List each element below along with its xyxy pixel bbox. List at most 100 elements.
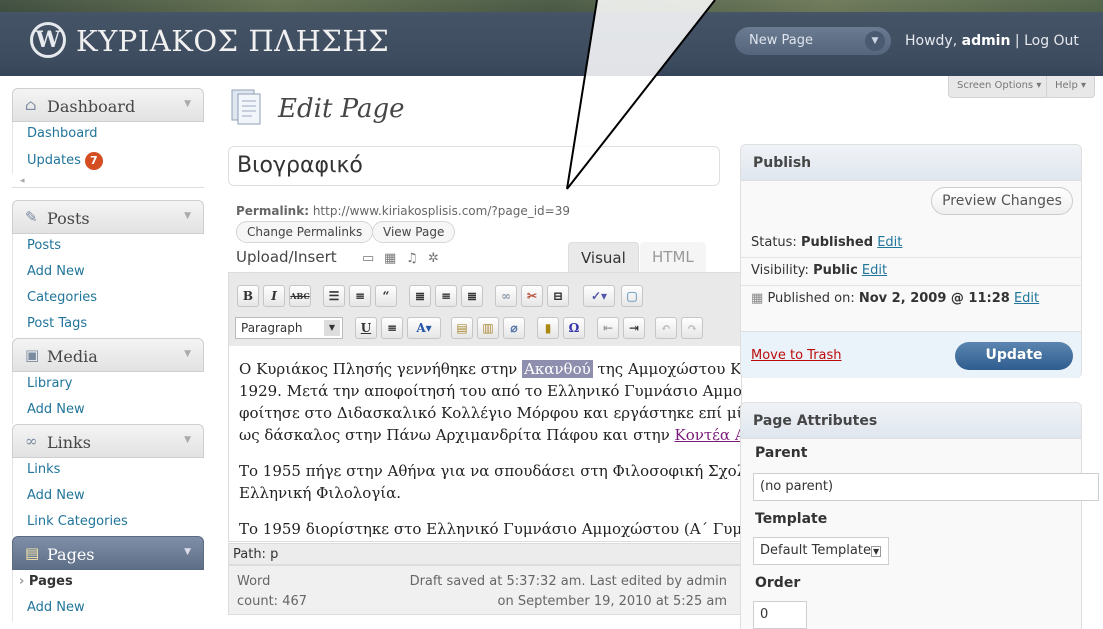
submenu-links-all[interactable]: Links	[13, 458, 204, 484]
template-select[interactable]: Default Template ▼	[753, 537, 889, 565]
change-permalinks-button[interactable]: Change Permalinks	[236, 221, 374, 243]
add-audio-icon[interactable]: ♫	[406, 251, 418, 266]
menu-posts-label: Posts	[47, 209, 90, 228]
content-link[interactable]: Κοντέα Αμμο	[675, 426, 742, 444]
menu-dashboard-label: Dashboard	[47, 97, 136, 116]
logout-link[interactable]: Log Out	[1024, 33, 1079, 49]
preview-changes-button[interactable]: Preview Changes	[931, 187, 1073, 215]
indent-icon[interactable]: ⇥	[623, 317, 645, 339]
menu-dashboard[interactable]: ⌂ Dashboard ▼	[12, 88, 204, 122]
align-center-icon[interactable]: ≡	[435, 285, 457, 307]
order-label: Order	[755, 575, 801, 591]
parent-select[interactable]: (no parent)	[753, 473, 1099, 501]
strikethrough-button[interactable]: ABC	[289, 285, 311, 307]
submenu-categories[interactable]: Categories	[13, 286, 204, 312]
content-paragraph: Το 1959 διορίστηκε στο Ελληνικό Γυμνάσιο…	[239, 520, 742, 538]
submenu-updates[interactable]: Updates 7	[13, 148, 204, 174]
dropdown-arrow-icon[interactable]: ▼	[865, 31, 885, 51]
remove-format-icon[interactable]: ⌀	[503, 317, 525, 339]
permalink-url[interactable]: http://www.kiriakosplisis.com/?page_id=3…	[309, 204, 570, 218]
submenu-posts: Posts Add New Categories Post Tags	[12, 234, 204, 338]
help-button[interactable]: Help ▾	[1046, 76, 1096, 98]
menu-toggle-icon[interactable]: ▼	[184, 547, 191, 557]
fullscreen-icon[interactable]: ▢	[621, 285, 643, 307]
publish-heading[interactable]: Publish	[741, 145, 1081, 181]
paste-text-icon[interactable]: ▤	[451, 317, 473, 339]
bullet-list-icon[interactable]: ☰	[323, 285, 345, 307]
add-video-icon[interactable]: ▦	[384, 251, 396, 266]
post-title-input[interactable]: Βιογραφικό	[228, 146, 720, 186]
page-icon: ▤	[25, 544, 40, 562]
edit-visibility-link[interactable]: Edit	[862, 263, 887, 278]
tab-visual[interactable]: Visual	[568, 242, 639, 272]
house-icon: ⌂	[25, 96, 37, 114]
justify-icon[interactable]: ≡	[381, 317, 403, 339]
move-to-trash-link[interactable]: Move to Trash	[751, 348, 842, 363]
special-char-icon[interactable]: Ω	[563, 317, 585, 339]
italic-button[interactable]: I	[263, 285, 285, 307]
howdy-text: Howdy,	[905, 33, 962, 49]
submenu-posts-all[interactable]: Posts	[13, 234, 204, 260]
outdent-icon[interactable]: ⇤	[597, 317, 619, 339]
submenu-pages-add-new[interactable]: Add New	[13, 596, 204, 622]
format-select[interactable]: Paragraph ▼	[235, 317, 343, 339]
submenu-media-add-new[interactable]: Add New	[13, 398, 204, 424]
submenu-library[interactable]: Library	[13, 372, 204, 398]
view-page-button[interactable]: View Page	[372, 221, 456, 243]
editor-content[interactable]: Ο Κυριάκος Πλησής γεννήθηκε στην Ακανθού…	[228, 346, 742, 542]
menu-toggle-icon[interactable]: ▼	[184, 99, 191, 109]
align-left-icon[interactable]: ≣	[409, 285, 431, 307]
chevron-down-icon: ▼	[870, 546, 882, 557]
more-tag-icon[interactable]: ⊟	[547, 285, 569, 307]
submenu-dashboard-home[interactable]: Dashboard	[13, 122, 204, 148]
text-color-icon[interactable]: A▾	[407, 317, 441, 339]
header-banner-strip	[0, 0, 1103, 12]
submenu-link-categories[interactable]: Link Categories	[13, 510, 204, 536]
submenu-post-tags[interactable]: Post Tags	[13, 312, 204, 338]
add-media-icon[interactable]: ✲	[428, 251, 439, 266]
user-link[interactable]: admin	[962, 33, 1011, 49]
visibility-value: Public	[813, 263, 858, 278]
editor-toolbar: B I ABC ☰ ≡ “ ≣ ≡ ≣ ∞ ✂ ⊟ ✓▾ ▢ Paragraph…	[228, 272, 742, 346]
update-button[interactable]: Update	[955, 342, 1073, 370]
insert-media-icon[interactable]: ▮	[537, 317, 559, 339]
redo-icon[interactable]: ↷	[681, 317, 703, 339]
menu-media[interactable]: ▣ Media ▼	[12, 338, 204, 372]
menu-toggle-icon[interactable]: ▼	[184, 211, 191, 221]
align-right-icon[interactable]: ≣	[461, 285, 483, 307]
menu-toggle-icon[interactable]: ▼	[184, 349, 191, 359]
favorite-actions-button[interactable]: New Page ▼	[735, 27, 891, 55]
menu-separator[interactable]: ◂	[12, 174, 204, 188]
menu-toggle-icon[interactable]: ▼	[184, 435, 191, 445]
menu-posts[interactable]: ✎ Posts ▼	[12, 200, 204, 234]
screen-options-button[interactable]: Screen Options ▾	[948, 76, 1051, 98]
menu-links[interactable]: ∞ Links ▼	[12, 424, 204, 458]
permalink-label: Permalink:	[236, 204, 310, 218]
paste-word-icon[interactable]: ▥	[477, 317, 499, 339]
wordpress-logo-icon[interactable]: W	[30, 22, 66, 58]
underline-button[interactable]: U	[355, 317, 377, 339]
unlink-icon[interactable]: ✂	[521, 285, 543, 307]
menu-pages[interactable]: ▤ Pages ▼	[12, 536, 204, 570]
visibility-row: Visibility: Public Edit	[751, 263, 888, 278]
menu-pages-label: Pages	[47, 545, 95, 564]
numbered-list-icon[interactable]: ≡	[349, 285, 371, 307]
user-separator: |	[1010, 33, 1025, 49]
tab-html[interactable]: HTML	[640, 242, 706, 272]
add-image-icon[interactable]: ▭	[362, 251, 374, 266]
page-attributes-heading[interactable]: Page Attributes	[741, 403, 1081, 439]
admin-header: W ΚΥΡΙΑΚΟΣ ΠΛΗΣΗΣ New Page ▼ Howdy, admi…	[0, 0, 1103, 76]
submenu-pages-all[interactable]: › Pages	[13, 570, 204, 596]
edit-status-link[interactable]: Edit	[877, 235, 902, 250]
order-input[interactable]: 0	[753, 601, 807, 629]
submenu-posts-add-new[interactable]: Add New	[13, 260, 204, 286]
bold-button[interactable]: B	[237, 285, 259, 307]
edit-date-link[interactable]: Edit	[1014, 291, 1039, 306]
blockquote-icon[interactable]: “	[375, 285, 397, 307]
site-title[interactable]: ΚΥΡΙΑΚΟΣ ΠΛΗΣΗΣ	[76, 24, 389, 58]
submenu-links-add-new[interactable]: Add New	[13, 484, 204, 510]
favorite-actions-label: New Page	[749, 33, 813, 48]
spellcheck-icon[interactable]: ✓▾	[583, 285, 615, 307]
undo-icon[interactable]: ↶	[655, 317, 677, 339]
link-icon[interactable]: ∞	[495, 285, 517, 307]
